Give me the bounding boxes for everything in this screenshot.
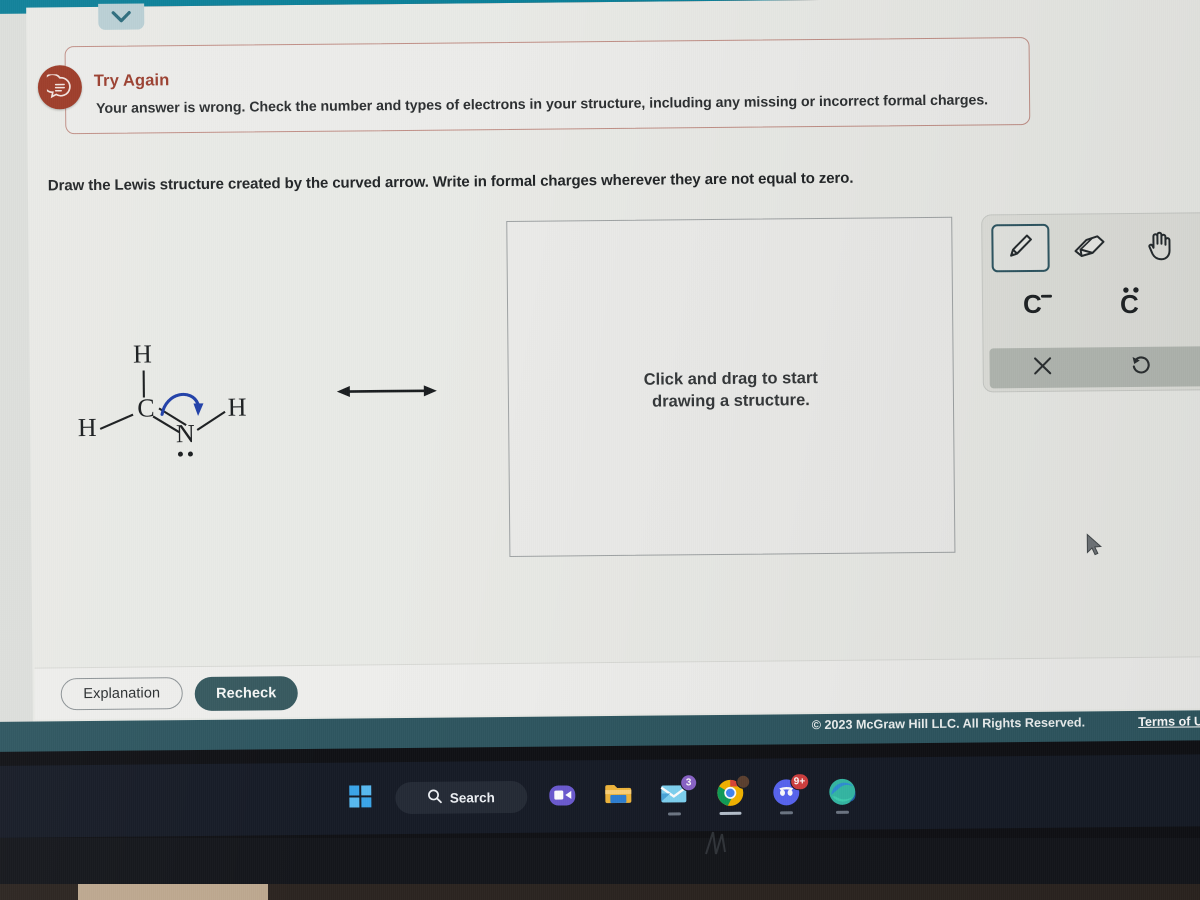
eraser-tool[interactable] [1060, 223, 1118, 272]
start-button[interactable] [339, 777, 381, 819]
try-again-alert [64, 36, 1031, 135]
pencil-tool[interactable] [991, 223, 1050, 273]
structure-drawing-canvas[interactable]: Click and drag to start drawing a struct… [506, 216, 956, 558]
browser-page: Try Again Your answer is wrong. Check th… [0, 0, 1200, 752]
mouse-cursor [1085, 533, 1103, 562]
close-icon [1032, 354, 1054, 381]
eraser-icon [1071, 230, 1107, 265]
undo-button[interactable] [1117, 350, 1163, 384]
feedback-bubble-icon [37, 65, 83, 110]
lone-pair-tool[interactable]: C [1103, 280, 1161, 325]
clear-button[interactable] [1019, 351, 1065, 385]
undo-icon [1129, 352, 1153, 381]
edge-button[interactable] [821, 773, 863, 815]
teams-camera-icon [547, 779, 577, 814]
windows-taskbar: Search 3 9+ [0, 754, 1200, 838]
drawing-tool-palette: C C [981, 212, 1200, 393]
explanation-button[interactable]: Explanation [60, 677, 183, 711]
recheck-button[interactable]: Recheck [194, 676, 298, 712]
taskbar-running-indicator [835, 810, 849, 814]
monitor-stand-marking [700, 826, 734, 862]
taskbar-search-button[interactable]: Search [395, 780, 528, 815]
folder-icon [603, 780, 633, 811]
mail-badge: 3 [680, 774, 698, 792]
collapse-panel-tab[interactable] [98, 3, 145, 30]
palette-tool-row [982, 213, 1200, 281]
mail-button[interactable]: 3 [653, 774, 698, 816]
discord-badge: 9+ [789, 773, 810, 791]
taskbar-running-indicator [779, 811, 794, 815]
svg-text:H: H [133, 339, 152, 368]
avatar [736, 774, 751, 789]
monitor-screen: Try Again Your answer is wrong. Check th… [0, 0, 1200, 900]
discord-button[interactable]: 9+ [765, 773, 810, 815]
chevron-down-icon [111, 10, 131, 23]
terms-of-use-link[interactable]: Terms of Use [1138, 714, 1200, 729]
canvas-hint-line2: drawing a structure. [652, 391, 810, 411]
windows-start-icon [348, 784, 372, 813]
hand-tool[interactable] [1129, 222, 1187, 271]
palette-action-row [989, 346, 1200, 389]
svg-text:C: C [137, 393, 155, 422]
svg-text:H: H [227, 393, 246, 422]
canvas-hint: Click and drag to start drawing a struct… [509, 366, 953, 415]
desk-highlight [78, 884, 268, 900]
taskbar-search-label: Search [449, 789, 495, 806]
palette-chip-row: C C [983, 279, 1200, 339]
taskbar-active-indicator [719, 811, 742, 815]
copyright-text: © 2023 McGraw Hill LLC. All Rights Reser… [811, 715, 1086, 733]
lewis-structure-diagram: H C H N H [69, 329, 290, 466]
action-button-bar: Explanation Recheck [34, 656, 1200, 720]
teams-button[interactable] [541, 775, 583, 817]
svg-text:H: H [78, 413, 97, 442]
pencil-icon [1003, 228, 1037, 267]
chrome-button[interactable] [709, 774, 751, 816]
search-icon [428, 789, 443, 807]
alert-title: Try Again [93, 71, 170, 90]
edge-icon [827, 776, 857, 811]
taskbar-running-indicator [667, 812, 682, 816]
hand-pointer-icon [1142, 227, 1174, 266]
charge-tool[interactable]: C [1005, 281, 1063, 326]
svg-text:C: C [1023, 289, 1042, 319]
resonance-arrow [335, 380, 439, 408]
file-explorer-button[interactable] [597, 775, 639, 817]
svg-text:C: C [1120, 289, 1139, 319]
